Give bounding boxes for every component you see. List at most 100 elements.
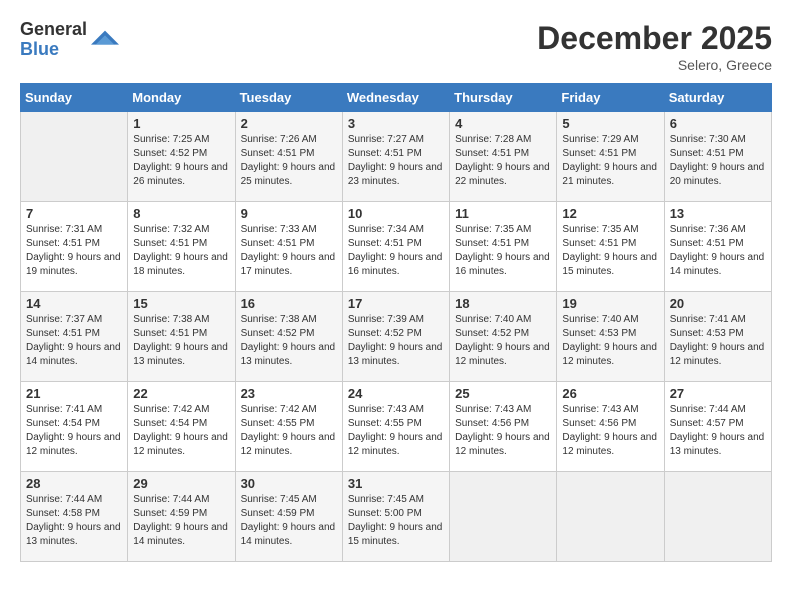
day-info: Sunrise: 7:29 AMSunset: 4:51 PMDaylight:… (562, 133, 658, 189)
day-info: Sunrise: 7:26 AMSunset: 4:51 PMDaylight:… (241, 133, 337, 189)
header-cell-sunday: Sunday (21, 84, 128, 112)
day-number: 6 (670, 116, 766, 131)
day-cell: 7Sunrise: 7:31 AMSunset: 4:51 PMDaylight… (21, 202, 128, 292)
day-number: 21 (26, 386, 122, 401)
day-cell: 30 Sunrise: 7:45 AMSunset: 4:59 PMDayligh… (235, 472, 342, 562)
week-row-2: 14Sunrise: 7:37 AMSunset: 4:51 PMDayligh… (21, 292, 772, 382)
day-cell: 25 Sunrise: 7:43 AMSunset: 4:56 PMDayligh… (450, 382, 557, 472)
day-number: 24 (348, 386, 444, 401)
day-number: 29 (133, 476, 229, 491)
day-info: Sunrise: 7:25 AMSunset: 4:52 PMDaylight:… (133, 133, 229, 189)
day-cell: 16Sunrise: 7:38 AMSunset: 4:52 PMDayligh… (235, 292, 342, 382)
day-number: 10 (348, 206, 444, 221)
day-number: 23 (241, 386, 337, 401)
header-cell-monday: Monday (128, 84, 235, 112)
day-info: Sunrise: 7:40 AMSunset: 4:52 PMDaylight:… (455, 313, 551, 369)
day-cell: 12 Sunrise: 7:35 AMSunset: 4:51 PMDayligh… (557, 202, 664, 292)
day-info: Sunrise: 7:35 AMSunset: 4:51 PMDaylight:… (562, 223, 658, 279)
day-cell (664, 472, 771, 562)
calendar-body: 1 Sunrise: 7:25 AMSunset: 4:52 PMDaylight… (21, 112, 772, 562)
day-cell: 22 Sunrise: 7:42 AMSunset: 4:54 PMDayligh… (128, 382, 235, 472)
day-info: Sunrise: 7:28 AMSunset: 4:51 PMDaylight:… (455, 133, 551, 189)
page-header: General Blue December 2025 Selero, Greec… (20, 20, 772, 73)
day-info: Sunrise: 7:27 AMSunset: 4:51 PMDaylight:… (348, 133, 444, 189)
day-number: 17 (348, 296, 444, 311)
day-info: Sunrise: 7:42 AMSunset: 4:55 PMDaylight:… (241, 403, 337, 459)
day-info: Sunrise: 7:30 AMSunset: 4:51 PMDaylight:… (670, 133, 766, 189)
day-info: Sunrise: 7:41 AMSunset: 4:54 PMDaylight:… (26, 403, 122, 459)
day-cell: 3Sunrise: 7:27 AMSunset: 4:51 PMDaylight… (342, 112, 449, 202)
day-info: Sunrise: 7:33 AMSunset: 4:51 PMDaylight:… (241, 223, 337, 279)
day-number: 12 (562, 206, 658, 221)
header-cell-wednesday: Wednesday (342, 84, 449, 112)
day-cell: 14Sunrise: 7:37 AMSunset: 4:51 PMDayligh… (21, 292, 128, 382)
day-cell: 6 Sunrise: 7:30 AMSunset: 4:51 PMDaylight… (664, 112, 771, 202)
day-number: 4 (455, 116, 551, 131)
week-row-0: 1 Sunrise: 7:25 AMSunset: 4:52 PMDaylight… (21, 112, 772, 202)
day-info: Sunrise: 7:37 AMSunset: 4:51 PMDaylight:… (26, 313, 122, 369)
logo-icon (91, 26, 119, 54)
day-info: Sunrise: 7:34 AMSunset: 4:51 PMDaylight:… (348, 223, 444, 279)
logo-blue: Blue (20, 40, 87, 60)
day-number: 11 (455, 206, 551, 221)
day-cell: 11 Sunrise: 7:35 AMSunset: 4:51 PMDayligh… (450, 202, 557, 292)
day-number: 19 (562, 296, 658, 311)
day-number: 31 (348, 476, 444, 491)
week-row-3: 21 Sunrise: 7:41 AMSunset: 4:54 PMDayligh… (21, 382, 772, 472)
day-info: Sunrise: 7:43 AMSunset: 4:55 PMDaylight:… (348, 403, 444, 459)
day-cell: 8 Sunrise: 7:32 AMSunset: 4:51 PMDaylight… (128, 202, 235, 292)
day-info: Sunrise: 7:38 AMSunset: 4:51 PMDaylight:… (133, 313, 229, 369)
day-info: Sunrise: 7:42 AMSunset: 4:54 PMDaylight:… (133, 403, 229, 459)
day-cell: 9 Sunrise: 7:33 AMSunset: 4:51 PMDaylight… (235, 202, 342, 292)
day-number: 1 (133, 116, 229, 131)
day-number: 13 (670, 206, 766, 221)
header-cell-friday: Friday (557, 84, 664, 112)
day-number: 8 (133, 206, 229, 221)
day-number: 26 (562, 386, 658, 401)
day-info: Sunrise: 7:44 AMSunset: 4:59 PMDaylight:… (133, 493, 229, 549)
day-number: 16 (241, 296, 337, 311)
day-cell (450, 472, 557, 562)
day-number: 22 (133, 386, 229, 401)
day-number: 25 (455, 386, 551, 401)
day-cell: 18 Sunrise: 7:40 AMSunset: 4:52 PMDayligh… (450, 292, 557, 382)
day-number: 20 (670, 296, 766, 311)
day-info: Sunrise: 7:32 AMSunset: 4:51 PMDaylight:… (133, 223, 229, 279)
day-cell: 17Sunrise: 7:39 AMSunset: 4:52 PMDayligh… (342, 292, 449, 382)
logo-general: General (20, 20, 87, 40)
day-number: 2 (241, 116, 337, 131)
day-cell: 2 Sunrise: 7:26 AMSunset: 4:51 PMDaylight… (235, 112, 342, 202)
day-number: 28 (26, 476, 122, 491)
day-cell: 29 Sunrise: 7:44 AMSunset: 4:59 PMDayligh… (128, 472, 235, 562)
day-number: 18 (455, 296, 551, 311)
header-cell-tuesday: Tuesday (235, 84, 342, 112)
day-cell: 15Sunrise: 7:38 AMSunset: 4:51 PMDayligh… (128, 292, 235, 382)
day-info: Sunrise: 7:45 AMSunset: 4:59 PMDaylight:… (241, 493, 337, 549)
day-number: 9 (241, 206, 337, 221)
month-title: December 2025 (537, 20, 772, 57)
day-number: 30 (241, 476, 337, 491)
day-cell: 21 Sunrise: 7:41 AMSunset: 4:54 PMDayligh… (21, 382, 128, 472)
calendar-header: SundayMondayTuesdayWednesdayThursdayFrid… (21, 84, 772, 112)
calendar-table: SundayMondayTuesdayWednesdayThursdayFrid… (20, 83, 772, 562)
day-cell: 1 Sunrise: 7:25 AMSunset: 4:52 PMDaylight… (128, 112, 235, 202)
day-info: Sunrise: 7:35 AMSunset: 4:51 PMDaylight:… (455, 223, 551, 279)
day-cell: 31 Sunrise: 7:45 AMSunset: 5:00 PMDayligh… (342, 472, 449, 562)
day-cell (557, 472, 664, 562)
day-cell: 28 Sunrise: 7:44 AMSunset: 4:58 PMDayligh… (21, 472, 128, 562)
header-cell-thursday: Thursday (450, 84, 557, 112)
day-number: 27 (670, 386, 766, 401)
day-number: 5 (562, 116, 658, 131)
day-info: Sunrise: 7:45 AMSunset: 5:00 PMDaylight:… (348, 493, 444, 549)
day-info: Sunrise: 7:31 AMSunset: 4:51 PMDaylight:… (26, 223, 122, 279)
day-info: Sunrise: 7:43 AMSunset: 4:56 PMDaylight:… (562, 403, 658, 459)
day-cell: 27 Sunrise: 7:44 AMSunset: 4:57 PMDayligh… (664, 382, 771, 472)
day-cell: 26 Sunrise: 7:43 AMSunset: 4:56 PMDayligh… (557, 382, 664, 472)
header-row: SundayMondayTuesdayWednesdayThursdayFrid… (21, 84, 772, 112)
day-cell: 20Sunrise: 7:41 AMSunset: 4:53 PMDayligh… (664, 292, 771, 382)
day-info: Sunrise: 7:44 AMSunset: 4:57 PMDaylight:… (670, 403, 766, 459)
day-cell: 10 Sunrise: 7:34 AMSunset: 4:51 PMDayligh… (342, 202, 449, 292)
day-info: Sunrise: 7:43 AMSunset: 4:56 PMDaylight:… (455, 403, 551, 459)
week-row-4: 28 Sunrise: 7:44 AMSunset: 4:58 PMDayligh… (21, 472, 772, 562)
day-info: Sunrise: 7:44 AMSunset: 4:58 PMDaylight:… (26, 493, 122, 549)
